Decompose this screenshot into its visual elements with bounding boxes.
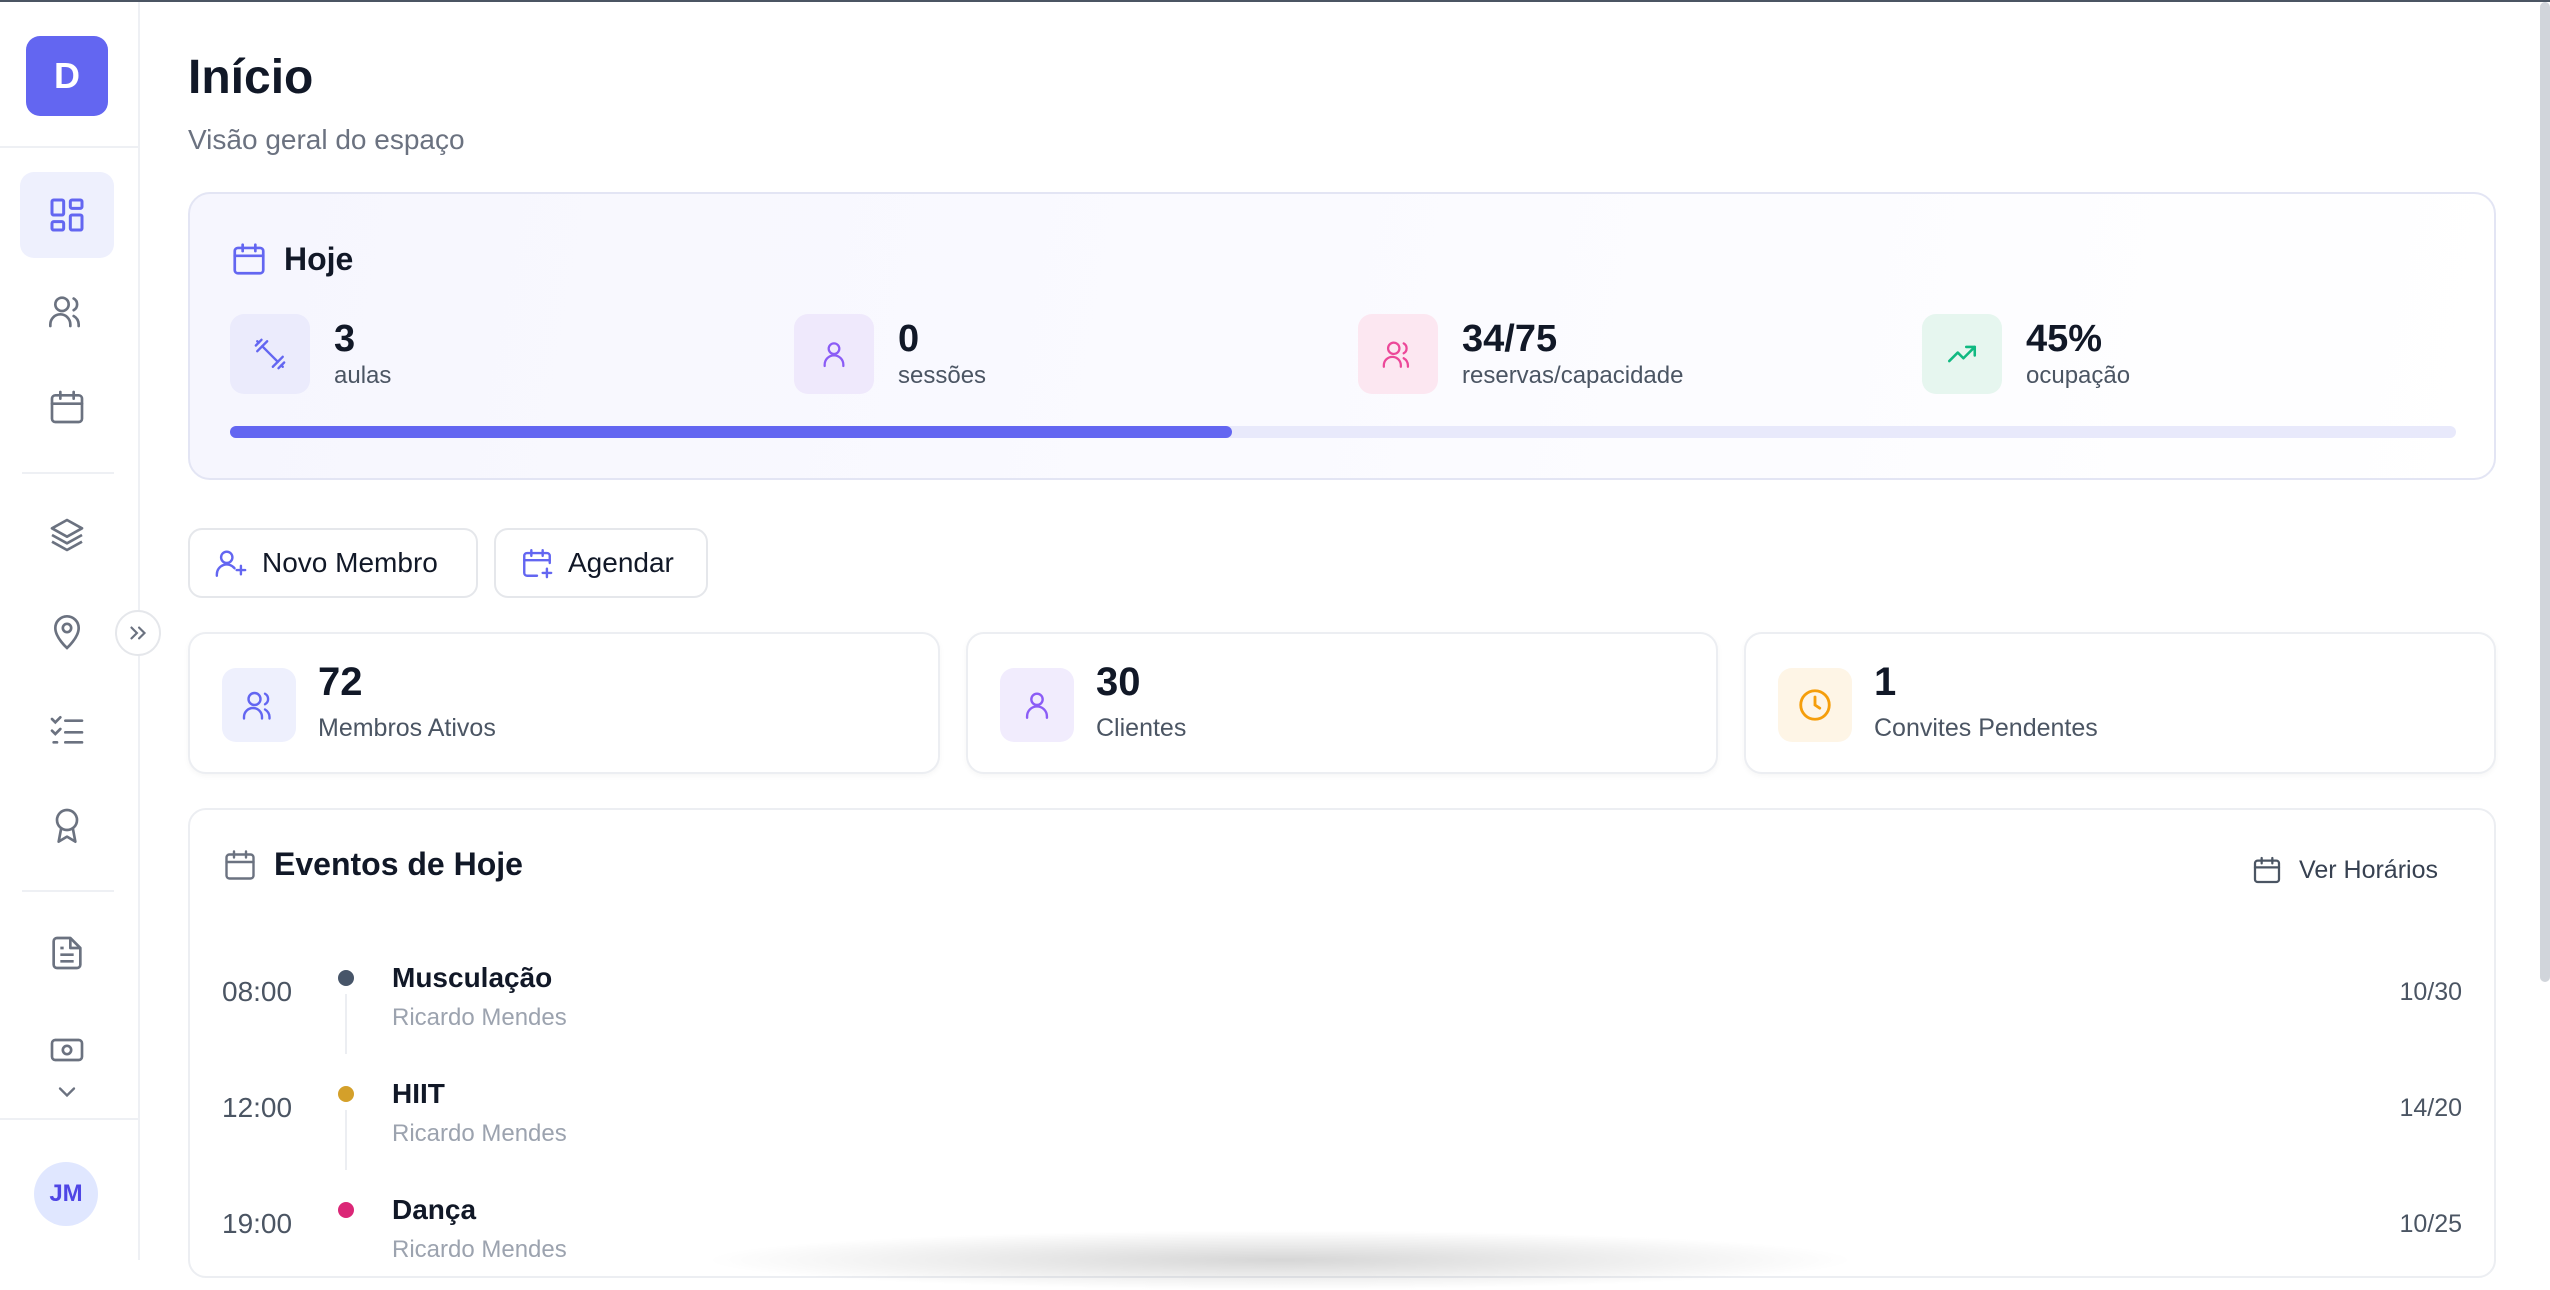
new-member-label: Novo Membro bbox=[262, 547, 438, 578]
user-icon bbox=[794, 314, 874, 394]
page-title: Início bbox=[188, 51, 314, 104]
event-capacity: 10/30 bbox=[2399, 978, 2462, 1006]
chevron-down-icon[interactable] bbox=[50, 1078, 84, 1106]
metric-value: 72 bbox=[318, 660, 363, 704]
users-icon bbox=[222, 668, 296, 742]
stat-sessions: 0 sessões bbox=[794, 314, 986, 394]
sidebar-item-schedule[interactable] bbox=[20, 364, 114, 450]
today-title: Hoje bbox=[284, 240, 354, 277]
sidebar-item-plans[interactable] bbox=[20, 492, 114, 578]
stat-label: reservas/capacidade bbox=[1462, 362, 1684, 389]
checklist-icon bbox=[50, 716, 84, 744]
main-content: Início Visão geral do espaço Hoje 3 aula… bbox=[188, 0, 2498, 1278]
sidebar-divider bbox=[22, 472, 114, 474]
stat-label: ocupação bbox=[2026, 362, 2131, 389]
metric-label: Convites Pendentes bbox=[1874, 714, 2098, 742]
metric-value: 30 bbox=[1096, 660, 1141, 704]
layers-icon bbox=[50, 518, 84, 552]
sidebar-item-achievements[interactable] bbox=[20, 782, 114, 868]
today-summary-card: Hoje 3 aulas 0 sessões 34/75 reservas/ca… bbox=[188, 192, 2496, 480]
file-text-icon bbox=[52, 936, 82, 970]
expand-sidebar-button[interactable] bbox=[115, 610, 161, 656]
user-icon bbox=[1000, 668, 1074, 742]
timeline-connector bbox=[345, 994, 347, 1054]
award-icon bbox=[55, 808, 79, 843]
stat-value: 0 bbox=[898, 318, 920, 360]
view-schedule-button[interactable]: Ver Horários bbox=[2251, 854, 2438, 886]
sidebar-divider bbox=[22, 890, 114, 892]
metric-card-pending-invites[interactable]: 1 Convites Pendentes bbox=[1744, 632, 2496, 774]
todays-events-card: Eventos de Hoje Ver Horários 08:00 Muscu… bbox=[188, 808, 2496, 1278]
avatar[interactable]: JM bbox=[34, 1162, 98, 1226]
sidebar-item-members[interactable] bbox=[20, 268, 114, 354]
metric-label: Membros Ativos bbox=[318, 714, 496, 742]
chevrons-right-icon bbox=[130, 626, 147, 640]
sidebar-item-dashboard[interactable] bbox=[20, 172, 114, 258]
calendar-icon bbox=[225, 849, 255, 880]
event-row[interactable]: 08:00 Musculação Ricardo Mendes 10/30 bbox=[222, 948, 2462, 1058]
event-time: 08:00 bbox=[222, 976, 293, 1007]
schedule-button[interactable]: Agendar bbox=[494, 528, 708, 598]
stat-label: sessões bbox=[898, 362, 987, 389]
metric-card-active-members[interactable]: 72 Membros Ativos bbox=[188, 632, 940, 774]
app-logo[interactable]: D bbox=[26, 36, 108, 116]
event-dot bbox=[338, 1202, 354, 1218]
events-title: Eventos de Hoje bbox=[274, 846, 523, 882]
sidebar-divider bbox=[0, 146, 138, 148]
sidebar-item-documents[interactable] bbox=[20, 910, 114, 996]
new-member-button[interactable]: Novo Membro bbox=[188, 528, 478, 598]
sidebar-divider bbox=[0, 1118, 138, 1120]
calendar-plus-icon bbox=[523, 549, 553, 579]
clock-icon bbox=[1778, 668, 1852, 742]
sidebar-item-tasks[interactable] bbox=[20, 686, 114, 772]
event-time: 19:00 bbox=[222, 1208, 293, 1239]
stat-value: 45% bbox=[2026, 318, 2103, 360]
event-time: 12:00 bbox=[222, 1092, 293, 1123]
users-icon bbox=[49, 296, 80, 328]
event-name: Musculação bbox=[392, 962, 553, 993]
dashboard-icon bbox=[50, 198, 84, 232]
occupancy-progress-fill bbox=[230, 426, 1232, 438]
schedule-label: Agendar bbox=[568, 547, 674, 578]
scrollbar[interactable] bbox=[2540, 2, 2550, 982]
sidebar-item-locations[interactable] bbox=[20, 590, 114, 676]
stat-value: 34/75 bbox=[1462, 318, 1558, 360]
page-subtitle: Visão geral do espaço bbox=[188, 124, 465, 155]
metric-label: Clientes bbox=[1096, 714, 1187, 742]
dumbbell-icon bbox=[230, 314, 310, 394]
stat-classes: 3 aulas bbox=[230, 314, 391, 394]
bottom-shadow bbox=[700, 1230, 1860, 1290]
trending-up-icon bbox=[1922, 314, 2002, 394]
calendar-icon bbox=[50, 390, 84, 424]
user-plus-icon bbox=[215, 550, 247, 577]
calendar-icon bbox=[2253, 856, 2281, 884]
banknote-icon bbox=[50, 1038, 84, 1062]
event-row[interactable]: 12:00 HIIT Ricardo Mendes 14/20 bbox=[222, 1064, 2462, 1174]
metric-value: 1 bbox=[1874, 660, 1897, 704]
event-dot bbox=[338, 970, 354, 986]
event-name: HIIT bbox=[392, 1078, 445, 1109]
users-icon bbox=[1358, 314, 1438, 394]
stat-bookings: 34/75 reservas/capacidade bbox=[1358, 314, 1683, 394]
timeline-connector bbox=[345, 1110, 347, 1170]
occupancy-progress-bar bbox=[230, 426, 2456, 438]
event-capacity: 14/20 bbox=[2399, 1094, 2462, 1122]
stat-occupancy: 45% ocupação bbox=[1922, 314, 2130, 394]
event-trainer: Ricardo Mendes bbox=[392, 1120, 567, 1147]
map-pin-icon bbox=[53, 615, 81, 650]
metric-card-clients[interactable]: 30 Clientes bbox=[966, 632, 1718, 774]
event-trainer: Ricardo Mendes bbox=[392, 1004, 567, 1031]
event-dot bbox=[338, 1086, 354, 1102]
stat-value: 3 bbox=[334, 318, 356, 360]
event-name: Dança bbox=[392, 1194, 477, 1225]
event-capacity: 10/25 bbox=[2399, 1210, 2462, 1238]
stat-label: aulas bbox=[334, 362, 392, 389]
view-schedule-label: Ver Horários bbox=[2299, 855, 2438, 884]
calendar-icon bbox=[233, 243, 265, 275]
